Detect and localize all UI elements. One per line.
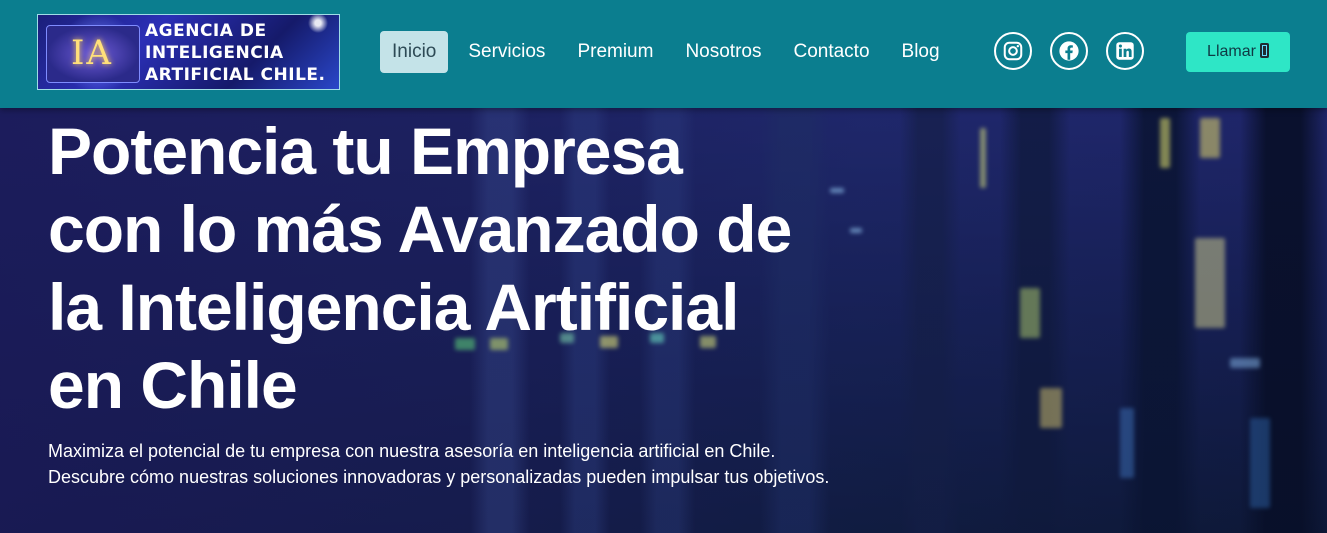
hero-section: Potencia tu Empresa con lo más Avanzado …: [0, 108, 1327, 533]
linkedin-link[interactable]: [1106, 32, 1144, 70]
rack-light: [1040, 388, 1062, 428]
rack-light: [1230, 358, 1260, 368]
logo-line-2: INTELIGENCIA: [145, 43, 284, 63]
instagram-link[interactable]: [994, 32, 1032, 70]
logo-monogram: IA: [71, 33, 113, 73]
main-nav: Inicio Servicios Premium Nosotros Contac…: [380, 31, 960, 73]
logo-line-3: ARTIFICIAL CHILE.: [145, 65, 326, 85]
nav-blog[interactable]: Blog: [890, 31, 952, 73]
facebook-link[interactable]: [1050, 32, 1088, 70]
nav-inicio[interactable]: Inicio: [380, 31, 449, 73]
nav-nosotros[interactable]: Nosotros: [673, 31, 773, 73]
rack-light: [1250, 418, 1270, 508]
nav-servicios[interactable]: Servicios: [456, 31, 557, 73]
linkedin-icon: [1116, 42, 1134, 60]
call-button[interactable]: Llamar: [1186, 32, 1290, 72]
rack-light: [1020, 288, 1040, 338]
logo-text: AGENCIA DE INTELIGENCIA ARTIFICIAL CHILE…: [145, 20, 335, 86]
server-rack: [900, 108, 960, 533]
rack-light: [850, 228, 862, 233]
logo[interactable]: IA AGENCIA DE INTELIGENCIA ARTIFICIAL CH…: [37, 14, 340, 90]
rack-light: [1195, 238, 1225, 328]
rack-light: [1200, 118, 1220, 158]
phone-icon: [1259, 43, 1269, 58]
nav-contacto[interactable]: Contacto: [781, 31, 881, 73]
hero-subtitle: Maximiza el potencial de tu empresa con …: [48, 441, 830, 487]
facebook-icon: [1059, 41, 1079, 61]
rack-light: [1120, 408, 1134, 478]
hero-title: Potencia tu Empresa con lo más Avanzado …: [48, 114, 792, 422]
instagram-icon: [1003, 41, 1023, 61]
rack-light: [1160, 118, 1170, 168]
rack-light: [980, 128, 986, 188]
site-header: IA AGENCIA DE INTELIGENCIA ARTIFICIAL CH…: [0, 0, 1327, 108]
nav-premium[interactable]: Premium: [565, 31, 665, 73]
rack-light: [830, 188, 844, 193]
logo-line-1: AGENCIA DE: [145, 21, 267, 41]
call-label: Llamar: [1207, 43, 1256, 60]
